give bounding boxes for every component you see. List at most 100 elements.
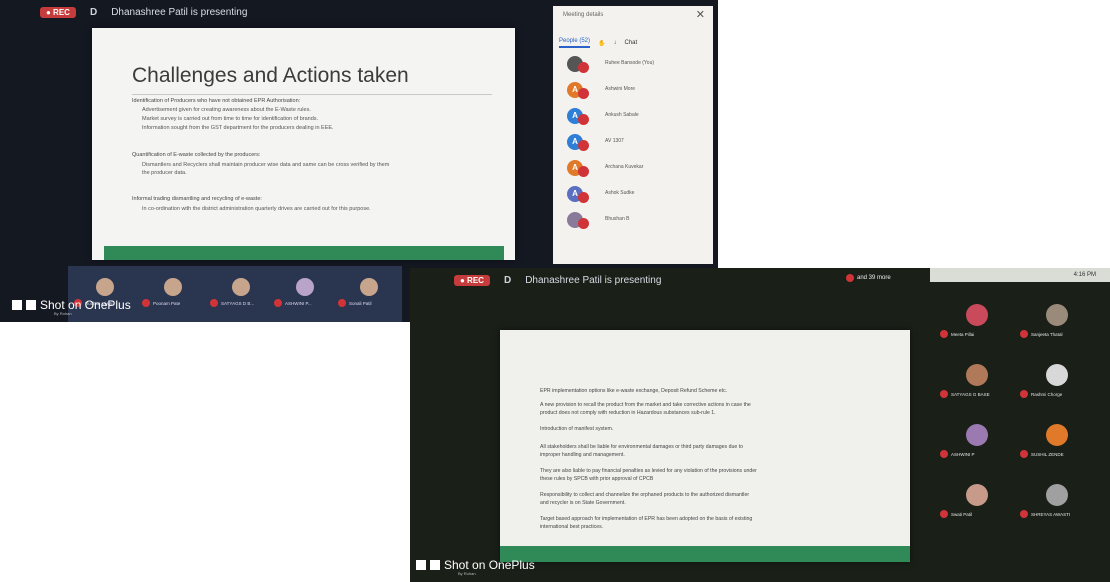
slide-line: Market survey is carried out from time t…: [142, 116, 319, 122]
slide-footer-bar: [104, 246, 504, 260]
video-tile[interactable]: SATYAGS D B...: [210, 278, 254, 307]
recording-badge: ● REC: [40, 6, 76, 18]
participant-item[interactable]: A Ashwini More: [565, 82, 705, 104]
panel-header: Meeting details: [563, 12, 604, 18]
video-tile[interactable]: Meeta Pillai: [940, 304, 988, 338]
participant-item[interactable]: A AV 1307: [565, 134, 705, 156]
avatar: [232, 278, 250, 296]
oneplus-logo-icon: [26, 300, 36, 310]
video-strip: Ruchita Ujwal Poonam Pate SATYAGS D B...…: [68, 266, 402, 322]
participant-name: Ashok Sudke: [605, 190, 635, 196]
participant-item[interactable]: A Archana Kuvekar: [565, 160, 705, 182]
mic-muted-icon: [1020, 330, 1028, 338]
mic-muted-icon: [940, 510, 948, 518]
mic-muted-icon: [210, 299, 218, 307]
video-tile[interactable]: Sanjeeta Thatal: [1020, 304, 1068, 338]
avatar: [1046, 484, 1068, 506]
tile-label: SUSHIL ZENDE: [1020, 450, 1068, 458]
raise-hand-icon[interactable]: ✋: [598, 40, 605, 47]
slide-line: and recycler is on State Government.: [540, 500, 626, 506]
avatar: [360, 278, 378, 296]
tile-label: ASHWINI P: [940, 450, 988, 458]
video-tile[interactable]: Sonali Patil: [338, 278, 378, 307]
more-participants[interactable]: and 39 more: [846, 274, 891, 282]
video-tile[interactable]: SATYAGS G BASE: [940, 364, 990, 398]
mic-muted-icon: [940, 330, 948, 338]
avatar: [966, 304, 988, 326]
slide-footer-bar: [500, 546, 910, 562]
presenting-text: Dhanashree Patil is presenting: [525, 274, 662, 286]
mic-muted-icon: [1020, 390, 1028, 398]
slide-line: Information sought from the GST departme…: [142, 125, 334, 131]
close-icon[interactable]: ✕: [696, 8, 705, 21]
video-tile[interactable]: Rashmi Chorge: [1020, 364, 1068, 398]
participant-name: ASHWINI P...: [285, 300, 312, 306]
slide-line: the producer data.: [142, 170, 187, 176]
meeting-topbar: ● REC D Dhanashree Patil is presenting: [40, 0, 247, 24]
shared-slide: EPR implementation options like e-waste …: [500, 330, 910, 562]
mic-muted-icon: [578, 192, 589, 203]
slide-line: Informal trading dismantling and recycli…: [132, 196, 262, 202]
mic-muted-icon: [142, 299, 150, 307]
video-tile[interactable]: Swati Patil: [940, 484, 988, 518]
mic-muted-icon: [1020, 450, 1028, 458]
panel-tabs: People (52) ✋ ↓ Chat: [559, 38, 637, 48]
watermark-text: Shot on OnePlus: [444, 558, 535, 572]
meeting-topbar: ● REC D Dhanashree Patil is presenting: [454, 268, 661, 292]
tile-label: Sanjeeta Thatal: [1020, 330, 1068, 338]
mic-muted-icon: [578, 166, 589, 177]
participant-name: Ashwini More: [605, 86, 636, 92]
participant-name: ASHWINI P: [951, 451, 975, 457]
mic-muted-icon: [940, 450, 948, 458]
participant-name: Swati Patil: [951, 511, 973, 517]
tile-label: SHREYAS AWASTI: [1020, 510, 1070, 518]
avatar: [164, 278, 182, 296]
mic-muted-icon: [578, 114, 589, 125]
more-participants-text: and 39 more: [857, 275, 891, 281]
avatar: [96, 278, 114, 296]
camera-watermark: Shot on OnePlus By Rohan: [416, 558, 535, 576]
download-icon[interactable]: ↓: [614, 40, 617, 46]
video-tile[interactable]: SHREYAS AWASTI: [1020, 484, 1070, 518]
participant-name: SHREYAS AWASTI: [1031, 511, 1071, 517]
slide-line: these rules by SPCB with prior approval …: [540, 476, 654, 482]
participant-item[interactable]: A Ashok Sudke: [565, 186, 705, 208]
presenter-avatar: D: [89, 6, 98, 18]
watermark-subtext: By Rohan: [54, 311, 72, 316]
avatar: [966, 484, 988, 506]
oneplus-logo-icon: [12, 300, 22, 310]
video-tile[interactable]: Poonam Pate: [142, 278, 182, 307]
participant-item[interactable]: Bhushan B: [565, 212, 705, 234]
participant-item[interactable]: Ruhee Bansode (You): [565, 56, 705, 78]
watermark-subtext: By Rohan: [458, 571, 476, 576]
participant-name: Ruhee Bansode (You): [605, 60, 655, 66]
mic-muted-icon: [940, 390, 948, 398]
slide-divider: [132, 94, 492, 95]
tile-label: Meeta Pillai: [940, 330, 988, 338]
video-tile[interactable]: SUSHIL ZENDE: [1020, 424, 1068, 458]
participant-name: Ankush Sabale: [605, 112, 639, 118]
slide-line: EPR implementation options like e-waste …: [540, 388, 728, 394]
presenter-avatar: D: [503, 274, 512, 286]
slide-line: improper handling and management.: [540, 452, 625, 458]
oneplus-logo-icon: [430, 560, 440, 570]
tab-chat[interactable]: Chat: [625, 40, 638, 46]
meeting-controls: 4:16 PM: [930, 268, 1110, 282]
participant-name: Meeta Pillai: [951, 331, 975, 337]
avatar: [1046, 364, 1068, 386]
avatar: [1046, 424, 1068, 446]
video-tile[interactable]: ASHWINI P...: [274, 278, 314, 307]
shared-slide: Challenges and Actions taken Identificat…: [92, 28, 515, 260]
participant-name: AV 1307: [605, 138, 624, 144]
slide-line: A new provision to recall the product fr…: [540, 402, 751, 408]
slide-line: international best practices.: [540, 524, 604, 530]
video-tile[interactable]: ASHWINI P: [940, 424, 988, 458]
tab-people[interactable]: People (52): [559, 38, 591, 48]
participant-name: SATYAGS G BASE: [951, 391, 990, 397]
slide-title: Challenges and Actions taken: [132, 64, 409, 87]
slide-line: Quantification of E-waste collected by t…: [132, 152, 261, 158]
avatar: [296, 278, 314, 296]
mic-muted-icon: [1020, 510, 1028, 518]
participant-item[interactable]: A Ankush Sabale: [565, 108, 705, 130]
recording-badge: ● REC: [454, 274, 490, 286]
